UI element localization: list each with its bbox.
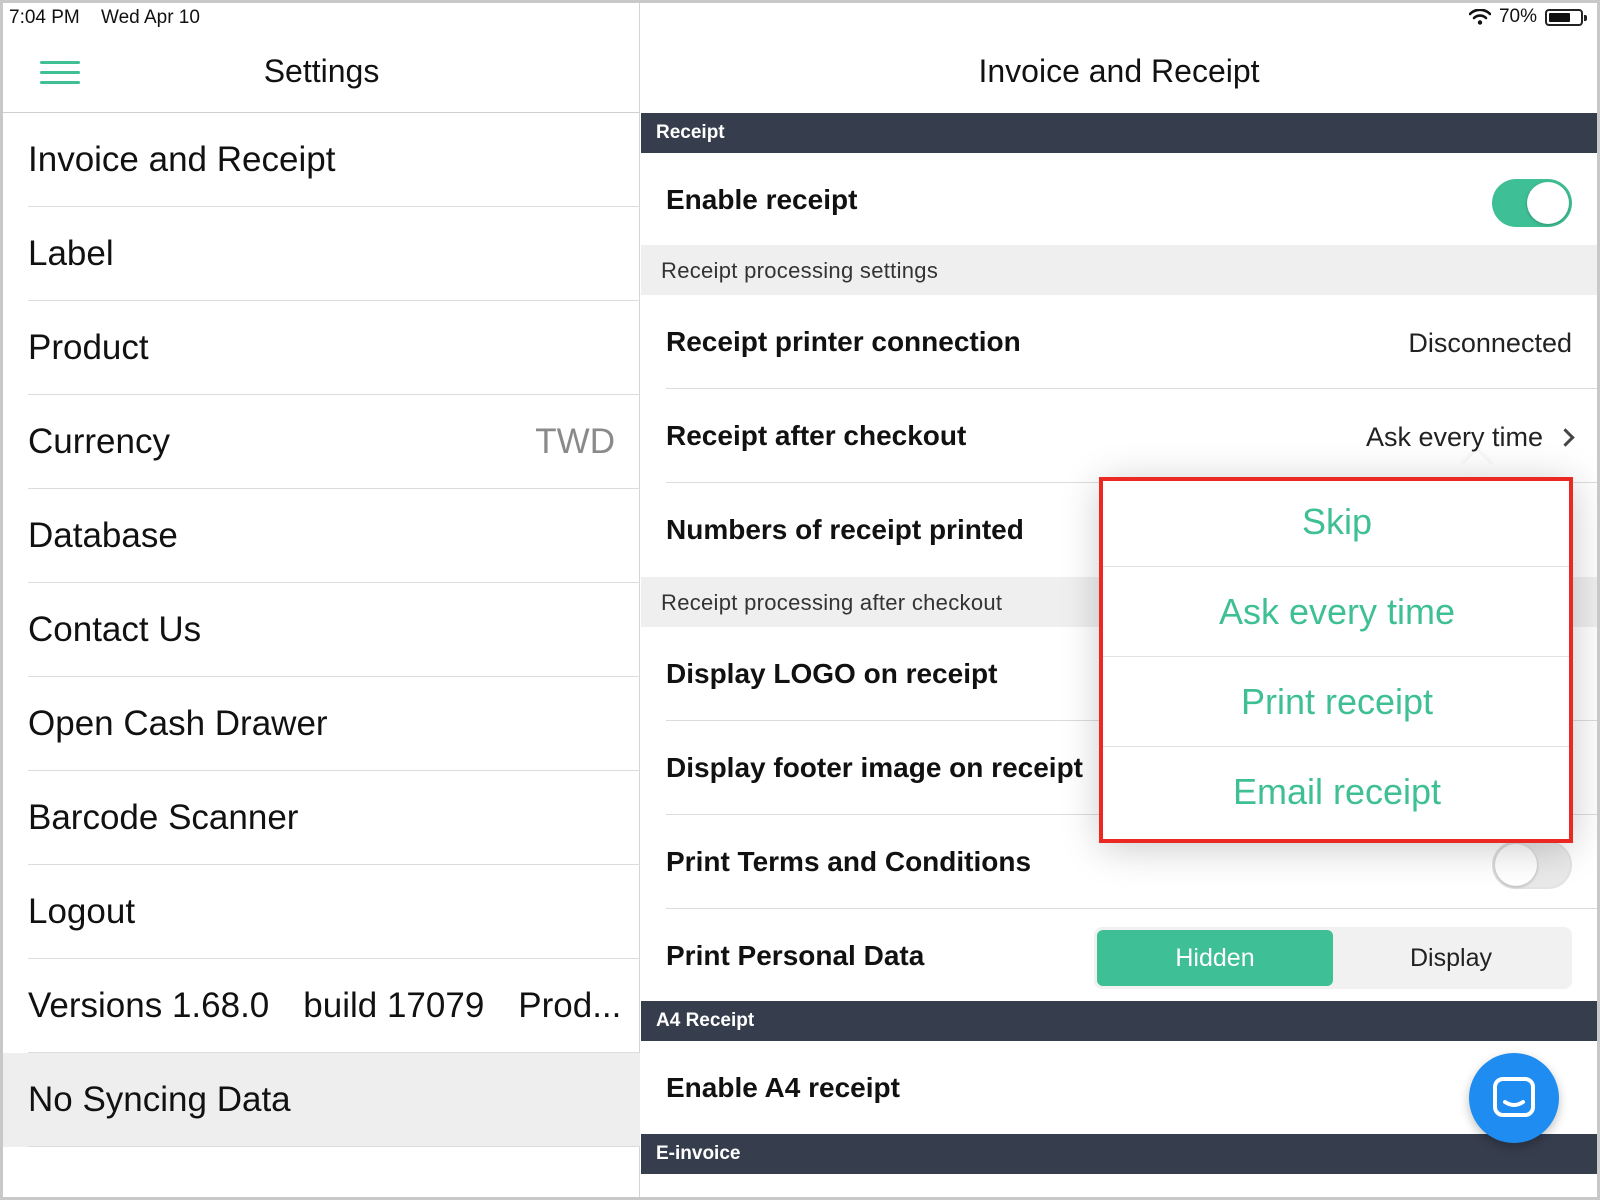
settings-menu: Invoice and Receipt Label Product Curren…: [3, 113, 640, 1147]
after-checkout-value-wrap: Ask every time: [1365, 422, 1575, 453]
menu-item-database[interactable]: Database: [3, 489, 640, 583]
menu-item-invoice-receipt[interactable]: Invoice and Receipt: [3, 113, 640, 207]
receipt-option-popover: Skip Ask every time Print receipt Email …: [1101, 477, 1573, 841]
app-window: Settings Invoice and Receipt Label Produ…: [3, 3, 1597, 1197]
option-skip[interactable]: Skip: [1101, 477, 1573, 567]
version-number: Versions 1.68.0: [28, 986, 270, 1025]
version-text: Versions 1.68.0 build 17079 Prod...: [28, 986, 621, 1026]
toggle-knob: [1495, 844, 1537, 886]
menu-item-barcode-scanner[interactable]: Barcode Scanner: [3, 771, 640, 865]
segment-display[interactable]: Display: [1333, 930, 1569, 986]
menu-item-logout[interactable]: Logout: [3, 865, 640, 959]
menu-item-label: Product: [28, 328, 149, 367]
row-label: Receipt after checkout: [666, 420, 967, 451]
wifi-icon: [1468, 9, 1491, 25]
menu-item-open-cash-drawer[interactable]: Open Cash Drawer: [3, 677, 640, 771]
status-right: 70%: [1468, 6, 1587, 28]
option-email-receipt[interactable]: Email receipt: [1101, 747, 1573, 837]
sidebar-header: Settings: [3, 33, 640, 113]
status-date: Wed Apr 10: [101, 7, 200, 28]
personal-data-segmented-control: Hidden Display: [1094, 927, 1572, 989]
option-ask-every-time[interactable]: Ask every time: [1101, 567, 1573, 657]
section-header-processing: Receipt processing settings: [641, 245, 1597, 295]
receipt-after-checkout-row[interactable]: Receipt after checkout Ask every time: [641, 389, 1597, 483]
menu-item-label-settings[interactable]: Label: [3, 207, 640, 301]
row-label: Display footer image on receipt: [666, 752, 1083, 783]
row-label: Numbers of receipt printed: [666, 514, 1024, 545]
section-header-a4: A4 Receipt: [641, 1001, 1597, 1041]
print-terms-toggle[interactable]: [1492, 841, 1572, 889]
row-label: Enable receipt: [666, 184, 858, 215]
menu-item-label: Invoice and Receipt: [28, 140, 336, 179]
row-label: Print Terms and Conditions: [666, 846, 1032, 877]
menu-item-label: Label: [28, 234, 114, 273]
menu-item-product[interactable]: Product: [3, 301, 640, 395]
battery-percent: 70%: [1498, 6, 1537, 27]
build-number: build 17079: [303, 986, 485, 1025]
row-label: Enable A4 receipt: [666, 1072, 900, 1103]
chat-button[interactable]: [1469, 1053, 1559, 1143]
divider: [28, 1146, 640, 1147]
page-title: Invoice and Receipt: [978, 53, 1260, 89]
chat-icon: [1493, 1077, 1535, 1117]
detail-header: Invoice and Receipt: [641, 33, 1597, 113]
sync-status-row: No Syncing Data: [3, 1053, 640, 1147]
toggle-knob: [1527, 182, 1569, 224]
after-checkout-value: Ask every time: [1365, 422, 1543, 452]
enable-a4-row: Enable A4 receipt: [641, 1041, 1597, 1135]
sidebar-title: Settings: [263, 53, 380, 89]
menu-item-currency[interactable]: Currency TWD: [3, 395, 640, 489]
connection-status: Disconnected: [1408, 328, 1572, 358]
menu-item-label: Currency: [28, 422, 170, 461]
row-label: Receipt printer connection: [666, 326, 1021, 357]
menu-item-label: Open Cash Drawer: [28, 704, 328, 743]
option-print-receipt[interactable]: Print receipt: [1101, 657, 1573, 747]
enable-receipt-toggle[interactable]: [1492, 179, 1572, 227]
printer-connection-row[interactable]: Receipt printer connection Disconnected: [641, 295, 1597, 389]
battery-icon: [1545, 8, 1587, 26]
enable-receipt-row: Enable receipt: [641, 153, 1597, 247]
segment-hidden[interactable]: Hidden: [1097, 930, 1333, 986]
environment: Prod...: [518, 986, 622, 1025]
chevron-right-icon: [1556, 428, 1575, 447]
status-bar: 7:04 PM Wed Apr 10 70%: [3, 3, 1597, 33]
status-time: 7:04 PM: [9, 7, 80, 28]
version-info: Versions 1.68.0 build 17079 Prod...: [3, 959, 640, 1053]
print-personal-data-row: Print Personal Data Hidden Display: [641, 909, 1597, 1003]
sync-status: No Syncing Data: [28, 1080, 291, 1119]
menu-item-contact-us[interactable]: Contact Us: [3, 583, 640, 677]
menu-item-label: Database: [28, 516, 178, 555]
currency-value: TWD: [535, 422, 615, 461]
row-label: Display LOGO on receipt: [666, 658, 998, 689]
settings-sidebar: Settings Invoice and Receipt Label Produ…: [3, 3, 640, 1197]
menu-item-label: Barcode Scanner: [28, 798, 299, 837]
row-label: Print Personal Data: [666, 940, 925, 971]
section-header-einvoice: E-invoice: [641, 1134, 1597, 1174]
menu-item-label: Logout: [28, 892, 136, 931]
section-header-receipt: Receipt: [641, 113, 1597, 153]
menu-item-label: Contact Us: [28, 610, 202, 649]
